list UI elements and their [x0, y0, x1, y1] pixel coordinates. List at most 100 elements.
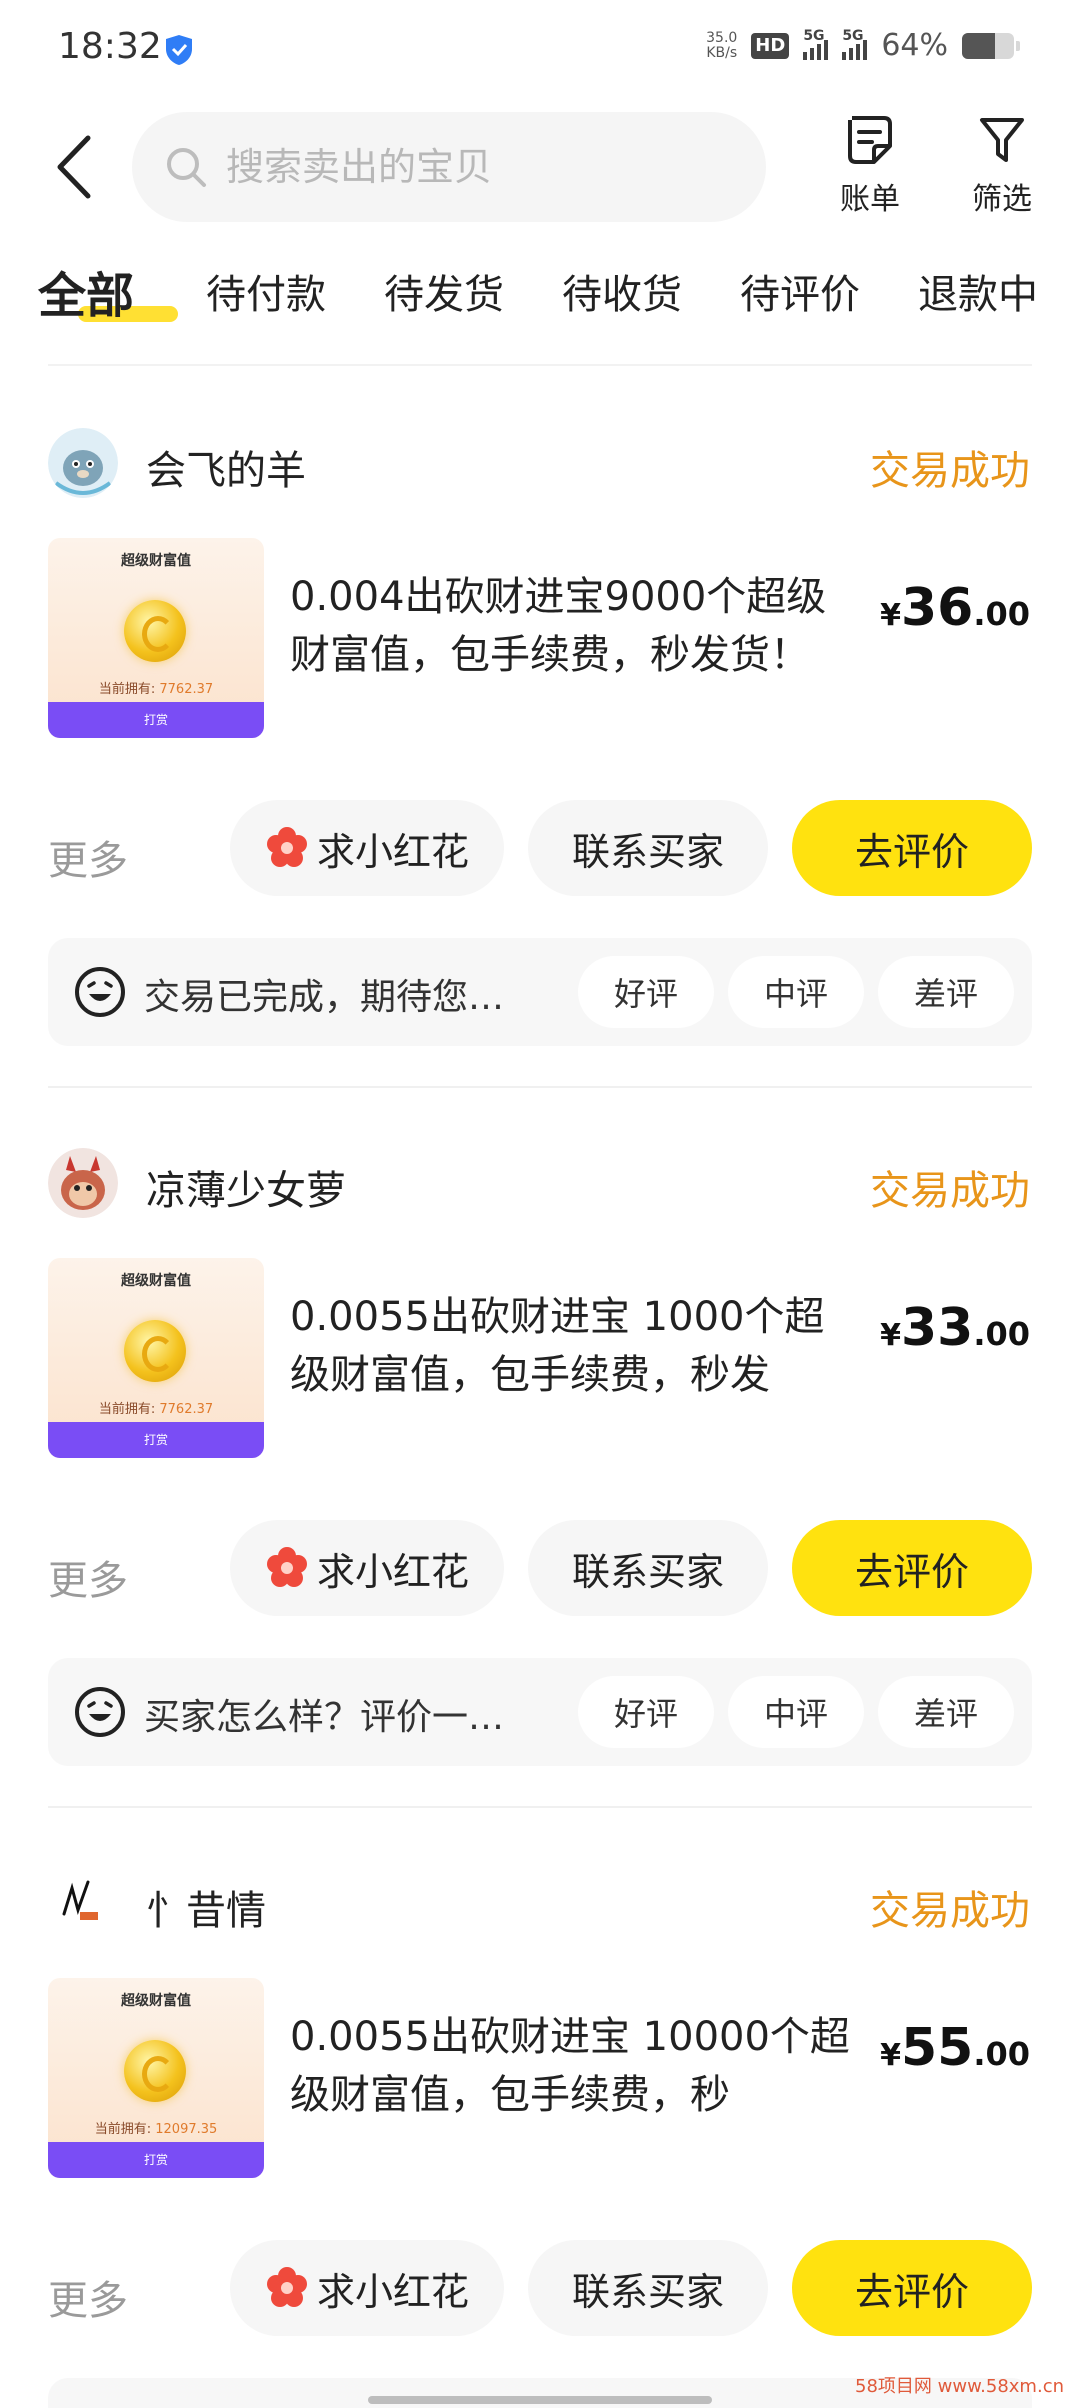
seller-name[interactable]: 会飞的羊 — [146, 438, 306, 496]
product-title[interactable]: 0.004出砍财进宝9000个超级财富值，包手续费，秒发货！ — [290, 568, 860, 684]
net-speed-value: 35.0 — [706, 29, 738, 46]
tab-label: 全部 — [38, 268, 135, 324]
seller-avatar[interactable] — [48, 1148, 118, 1218]
status-icons: 35.0 KB/s HD 5G 5G 64% — [706, 28, 1020, 63]
smiley-face-icon — [75, 1687, 125, 1737]
contact-buyer-button[interactable]: 联系买家 — [528, 2240, 768, 2336]
order-status: 交易成功 — [870, 1168, 1030, 1214]
coin-icon — [124, 2040, 186, 2102]
flower-icon — [266, 1547, 307, 1587]
bad-review-button[interactable]: 差评 — [878, 1676, 1014, 1748]
thumb-title: 超级财富值 — [121, 1993, 191, 2009]
thumb-owned-label: 当前拥有: — [98, 682, 156, 697]
more-button[interactable]: 更多 — [48, 828, 128, 886]
neutral-review-button[interactable]: 中评 — [728, 1676, 864, 1748]
security-shield-icon — [166, 35, 192, 65]
request-flower-button[interactable]: 求小红花 — [230, 1520, 504, 1616]
home-indicator[interactable] — [368, 2396, 712, 2404]
bill-button[interactable]: 账单 — [820, 112, 920, 222]
button-label: 求小红花 — [316, 829, 469, 874]
request-flower-button[interactable]: 求小红花 — [230, 800, 504, 896]
filter-label: 筛选 — [972, 182, 1032, 217]
bill-icon — [848, 116, 892, 164]
request-flower-button[interactable]: 求小红花 — [230, 2240, 504, 2336]
thumb-owned: 当前拥有: 12097.35 — [48, 2118, 264, 2137]
price-decimal: .00 — [973, 1315, 1030, 1353]
tab-pending-shipment[interactable]: 待发货 — [384, 262, 504, 320]
signal-icon: 5G — [803, 28, 829, 60]
seller-name[interactable]: 忄昔情 — [146, 1878, 266, 1936]
product-title[interactable]: 0.0055出砍财进宝 10000个超级财富值，包手续费，秒 — [290, 2008, 860, 2124]
thumb-bar: 打赏 — [48, 2142, 264, 2178]
contact-buyer-button[interactable]: 联系买家 — [528, 1520, 768, 1616]
thumb-owned-value: 12097.35 — [155, 2122, 218, 2137]
neutral-review-button[interactable]: 中评 — [728, 956, 864, 1028]
back-arrow-icon[interactable] — [48, 130, 108, 204]
battery-percent: 64% — [881, 28, 948, 63]
smiley-face-icon — [75, 967, 125, 1017]
product-price: ¥33.00 — [880, 1298, 1030, 1358]
price-integer: 36 — [900, 578, 974, 638]
good-review-button[interactable]: 好评 — [578, 1676, 714, 1748]
product-thumbnail[interactable]: 超级财富值 当前拥有: 12097.35 打赏 — [48, 1978, 264, 2178]
order-tabs: 全部 待付款 待发货 待收货 待评价 退款中 — [0, 250, 1080, 360]
product-thumbnail[interactable]: 超级财富值 当前拥有: 7762.37 打赏 — [48, 538, 264, 738]
search-icon — [167, 148, 206, 187]
good-review-button[interactable]: 好评 — [578, 956, 714, 1028]
thumb-bar: 打赏 — [48, 702, 264, 738]
seller-avatar[interactable] — [48, 1868, 118, 1938]
thumb-owned-value: 7762.37 — [159, 682, 214, 697]
feedback-prompt: 交易已完成，期待您… — [144, 977, 505, 1018]
product-price: ¥36.00 — [880, 578, 1030, 638]
tab-pending-payment[interactable]: 待付款 — [206, 262, 326, 320]
thumb-owned-value: 7762.37 — [159, 1402, 214, 1417]
more-button[interactable]: 更多 — [48, 1548, 128, 1606]
product-title[interactable]: 0.0055出砍财进宝 1000个超级财富值，包手续费，秒发 — [290, 1288, 860, 1404]
order-card: 忄昔情 交易成功 超级财富值 当前拥有: 12097.35 打赏 0.0055出… — [0, 1808, 1080, 2408]
status-time: 18:32 — [58, 26, 162, 67]
search-input[interactable] — [226, 145, 746, 189]
thumb-owned-label: 当前拥有: — [94, 2122, 152, 2137]
price-currency: ¥ — [880, 598, 901, 633]
filter-button[interactable]: 筛选 — [952, 112, 1052, 222]
go-review-button[interactable]: 去评价 — [792, 2240, 1032, 2336]
search-bar[interactable] — [132, 112, 766, 222]
price-decimal: .00 — [973, 2035, 1030, 2073]
divider — [48, 364, 1032, 366]
buyer-feedback-bar: 买家怎么样？评价一… 好评 中评 差评 — [48, 1658, 1032, 1766]
go-review-button[interactable]: 去评价 — [792, 800, 1032, 896]
price-integer: 55 — [900, 2018, 974, 2078]
tab-all[interactable]: 全部 — [38, 250, 178, 324]
seller-name[interactable]: 凉薄少女萝 — [146, 1158, 346, 1216]
price-currency: ¥ — [880, 2038, 901, 2073]
battery-icon — [962, 32, 1014, 59]
header: 账单 筛选 — [0, 108, 1080, 224]
tab-refunding[interactable]: 退款中 — [918, 262, 1038, 320]
product-price: ¥55.00 — [880, 2018, 1030, 2078]
order-status: 交易成功 — [870, 1888, 1030, 1934]
thumb-owned: 当前拥有: 7762.37 — [48, 678, 264, 697]
signal-label: 5G — [803, 27, 825, 44]
thumb-title: 超级财富值 — [121, 1273, 191, 1289]
button-label: 求小红花 — [316, 1549, 469, 1594]
flower-icon — [266, 2267, 307, 2307]
price-decimal: .00 — [973, 595, 1030, 633]
go-review-button[interactable]: 去评价 — [792, 1520, 1032, 1616]
signal-label: 5G — [842, 27, 864, 44]
buyer-feedback-bar: 交易已完成，期待您… 好评 中评 差评 — [48, 938, 1032, 1046]
thumb-owned: 当前拥有: 7762.37 — [48, 1398, 264, 1417]
more-button[interactable]: 更多 — [48, 2268, 128, 2326]
thumb-bar: 打赏 — [48, 1422, 264, 1458]
price-integer: 33 — [900, 1298, 974, 1358]
order-card: 会飞的羊 交易成功 超级财富值 当前拥有: 7762.37 打赏 0.004出砍… — [0, 368, 1080, 1088]
seller-avatar[interactable] — [48, 428, 118, 498]
order-card: 凉薄少女萝 交易成功 超级财富值 当前拥有: 7762.37 打赏 0.0055… — [0, 1088, 1080, 1808]
tab-pending-receipt[interactable]: 待收货 — [562, 262, 682, 320]
button-label: 求小红花 — [316, 2269, 469, 2314]
order-status: 交易成功 — [870, 448, 1030, 494]
contact-buyer-button[interactable]: 联系买家 — [528, 800, 768, 896]
tab-pending-review[interactable]: 待评价 — [740, 262, 860, 320]
product-thumbnail[interactable]: 超级财富值 当前拥有: 7762.37 打赏 — [48, 1258, 264, 1458]
bad-review-button[interactable]: 差评 — [878, 956, 1014, 1028]
hd-icon: HD — [751, 32, 790, 59]
